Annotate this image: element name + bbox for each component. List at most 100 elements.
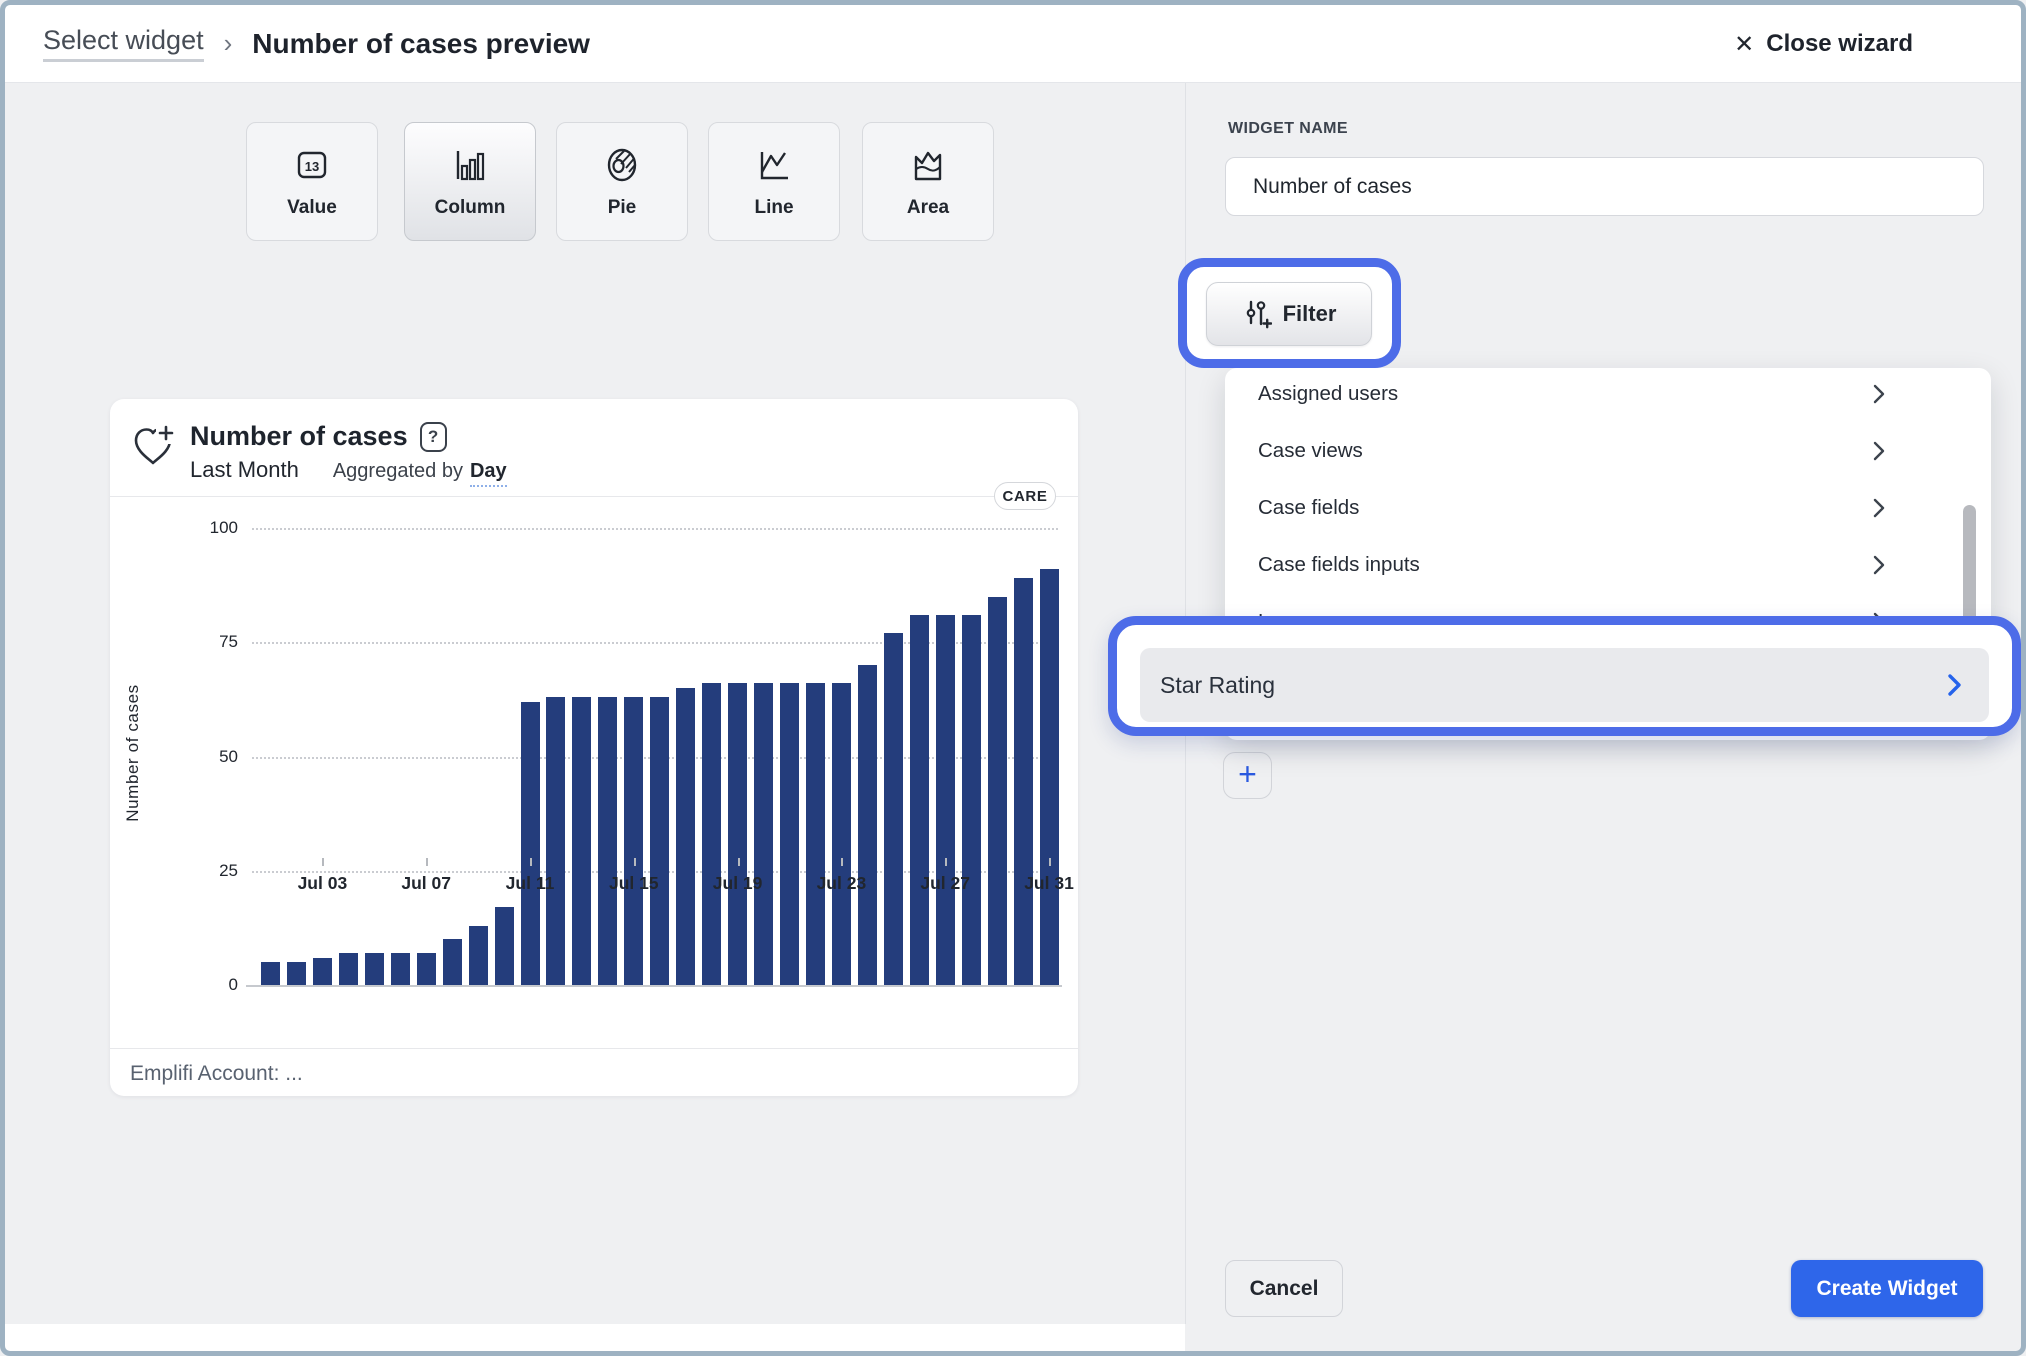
add-filter-button[interactable]: + (1223, 752, 1272, 799)
bar-jul-26 (909, 615, 929, 985)
chart-title-row: Number of cases ? (190, 421, 447, 452)
filter-button-label: Filter (1282, 301, 1337, 326)
x-tick-label: Jul 11 (505, 873, 555, 893)
widget-type-value-button[interactable]: 13 Value (246, 122, 378, 241)
bar-jul-31 (1039, 569, 1059, 985)
close-icon: ✕ (1734, 30, 1755, 58)
value-icon: 13 (292, 145, 332, 185)
area-icon (908, 145, 948, 185)
wizard-top-bar: Select widget › Number of cases preview … (5, 5, 2021, 83)
widget-type-line-button[interactable]: Line (708, 122, 840, 241)
y-tick-100: 100 (209, 518, 238, 537)
x-tick-label: Jul 19 (712, 873, 763, 893)
widget-type-label: Column (434, 196, 506, 218)
bar-jul-05 (364, 953, 384, 985)
bar-jul-17 (676, 688, 696, 985)
bar-jul-21 (780, 683, 799, 985)
widget-type-label: Area (906, 196, 950, 218)
star-rating-label: Star Rating (1160, 671, 1276, 698)
dropdown-item-label: Case fields (1258, 495, 1360, 519)
x-tick-mark (426, 858, 429, 866)
bar-jul-09 (468, 926, 488, 985)
bar-jul-24 (857, 665, 877, 985)
bar-jul-13 (572, 697, 592, 985)
bar-jul-22 (805, 683, 825, 985)
chart-subtitle-row: Last Month Aggregated by Day (190, 457, 507, 487)
dropdown-item-label: Assigned users (1258, 381, 1399, 405)
card-footer-divider (110, 1048, 1078, 1049)
gridline-100 (252, 528, 1058, 530)
y-tick-0: 0 (228, 975, 238, 994)
chevron-right-icon (1869, 496, 1889, 520)
x-tick-label: Jul 27 (920, 873, 970, 893)
star-rating-highlight-annotation: Star Rating (1108, 616, 2021, 736)
dropdown-item-label: Case views (1258, 438, 1363, 462)
widget-type-label: Value (287, 196, 337, 218)
bar-jul-06 (390, 953, 410, 985)
bar-jul-23 (831, 683, 851, 985)
bar-jul-29 (987, 597, 1007, 985)
chevron-right-icon (1869, 553, 1889, 577)
chevron-right-icon (1869, 439, 1889, 463)
chevron-right-icon (1943, 672, 1965, 698)
bar-jul-08 (442, 939, 462, 985)
bar-jul-03 (312, 958, 332, 985)
bar-jul-19 (728, 683, 748, 985)
star-rating-option[interactable]: Star Rating (1140, 648, 1989, 722)
y-tick-75: 75 (219, 632, 238, 652)
breadcrumb-select-widget-link[interactable]: Select widget (43, 25, 204, 62)
widget-type-column-button[interactable]: Column (404, 122, 536, 241)
filter-highlight-annotation: Filter (1178, 258, 1401, 368)
x-tick-label: Jul 23 (816, 873, 867, 893)
x-tick-mark (633, 858, 636, 866)
svg-text:13: 13 (305, 159, 319, 174)
bar-jul-15 (624, 697, 644, 985)
filter-sliders-icon (1242, 299, 1272, 329)
bar-jul-20 (754, 683, 774, 985)
chevron-right-icon (1869, 382, 1889, 406)
y-tick-50: 50 (219, 746, 238, 766)
chart-period: Last Month (190, 457, 299, 482)
line-icon (754, 145, 794, 185)
bar-jul-16 (650, 697, 670, 985)
dropdown-item-assigned-users[interactable]: Assigned users (1225, 368, 1991, 422)
widget-name-input[interactable] (1225, 157, 1984, 216)
widget-type-pie-button[interactable]: Pie (556, 122, 688, 241)
bar-jul-04 (338, 953, 358, 985)
dropdown-item-case-views[interactable]: Case views (1225, 422, 1991, 479)
dropdown-item-case-fields[interactable]: Case fields (1225, 479, 1991, 536)
chart-title: Number of cases (190, 421, 408, 451)
breadcrumb: Select widget › Number of cases preview (43, 25, 590, 62)
cancel-button[interactable]: Cancel (1225, 1260, 1343, 1317)
x-tick-label: Jul 15 (608, 873, 659, 893)
card-divider (110, 496, 1078, 497)
widget-type-area-button[interactable]: Area (862, 122, 994, 241)
help-icon[interactable]: ? (419, 421, 447, 452)
x-tick-mark (737, 858, 740, 866)
close-wizard-button[interactable]: ✕ Close wizard (1734, 5, 1913, 83)
aggregation-value-dropdown[interactable]: Day (469, 460, 507, 487)
widget-type-label: Line (754, 196, 794, 218)
bar-jul-27 (935, 615, 955, 985)
bar-jul-30 (1013, 578, 1033, 985)
dropdown-item-case-fields-inputs[interactable]: Case fields inputs (1225, 536, 1991, 593)
column-icon (450, 145, 490, 185)
create-widget-button[interactable]: Create Widget (1791, 1260, 1983, 1317)
widget-wizard-window: Select widget › Number of cases preview … (0, 0, 2026, 1356)
bar-chart-plot (246, 528, 1062, 987)
bar-jul-25 (883, 633, 903, 985)
widget-name-label: WIDGET NAME (1228, 120, 1348, 137)
x-tick-mark (530, 858, 532, 866)
x-tick-label: Jul 31 (1024, 873, 1074, 893)
page-title: Number of cases preview (252, 27, 590, 59)
x-tick-mark (841, 858, 844, 866)
filter-button[interactable]: Filter (1206, 282, 1372, 346)
widget-type-label: Pie (607, 196, 637, 218)
horizontal-scrollbar-track[interactable] (5, 1324, 1185, 1351)
x-tick-mark (945, 858, 948, 866)
bar-jul-10 (494, 907, 514, 985)
bar-jul-02 (286, 962, 306, 985)
chart-preview-card: Number of cases ? Last Month Aggregated … (110, 399, 1078, 1096)
x-axis-line (246, 985, 1062, 987)
x-tick-mark (322, 858, 325, 866)
